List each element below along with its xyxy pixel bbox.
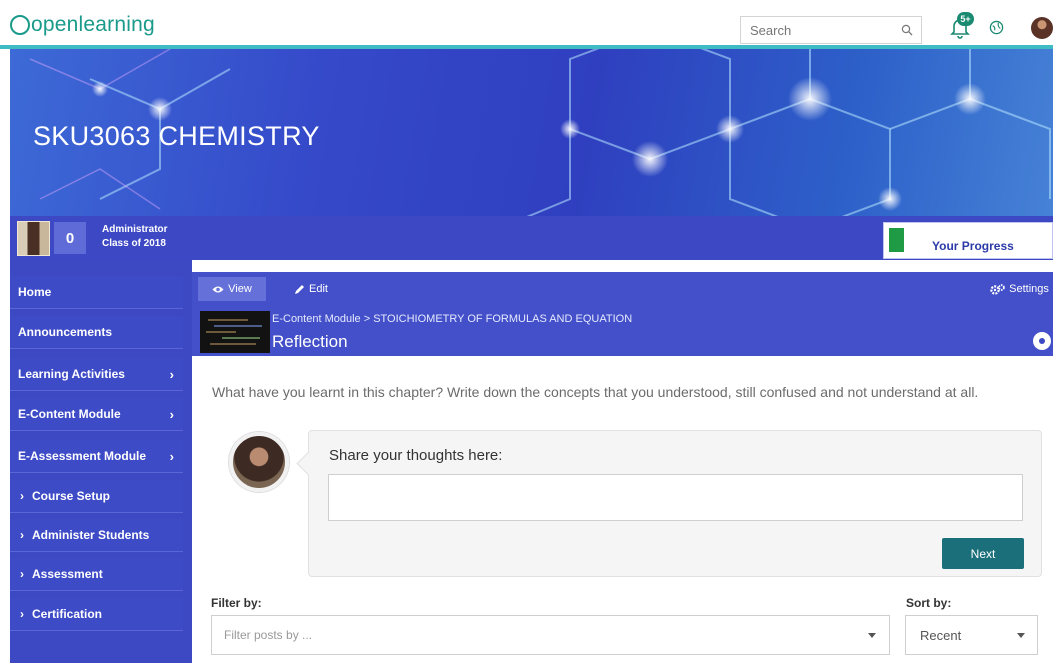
share-label: Share your thoughts here:	[329, 447, 503, 464]
points-counter: 0	[54, 222, 86, 254]
sidebar-item-administer-students[interactable]: › Administer Students	[10, 519, 183, 552]
chevron-right-icon: ›	[20, 567, 24, 581]
user-strip: 0 Administrator Class of 2018 Your Progr…	[10, 216, 1053, 260]
progress-label: Your Progress	[932, 239, 1014, 253]
page-toolbar: View Edit Settings	[192, 272, 1053, 308]
tab-view[interactable]: View	[198, 277, 266, 301]
course-title: SKU3063 CHEMISTRY	[33, 121, 320, 151]
sidebar-item-label: E-Assessment Module	[18, 449, 147, 463]
progress-widget[interactable]: Your Progress	[883, 222, 1053, 259]
chevron-right-icon: ›	[20, 528, 24, 542]
logo-ring-icon	[10, 15, 30, 35]
course-banner: SKU3063 CHEMISTRY	[10, 49, 1053, 216]
chevron-right-icon: ›	[169, 407, 174, 422]
sidebar-item-learning-activities[interactable]: Learning Activities ›	[10, 358, 183, 391]
sidebar-item-announcements[interactable]: Announcements	[10, 316, 183, 349]
filter-dropdown[interactable]: Filter posts by ...	[211, 615, 890, 655]
caret-down-icon	[1017, 633, 1025, 638]
globe-icon[interactable]	[989, 20, 1004, 35]
chevron-right-icon: ›	[20, 607, 24, 621]
settings-button[interactable]: Settings	[986, 277, 1053, 301]
commenter-avatar	[229, 432, 289, 492]
notifications-button[interactable]: 5+	[948, 12, 978, 40]
pencil-icon	[295, 284, 305, 294]
sidebar-item-label: Administer Students	[32, 528, 150, 542]
progress-bar	[889, 228, 904, 252]
chevron-right-icon: ›	[169, 449, 174, 464]
filter-label: Filter by:	[211, 596, 262, 610]
sort-value: Recent	[920, 628, 962, 643]
gears-icon	[990, 283, 1005, 295]
notification-badge: 5+	[957, 12, 974, 26]
openlearning-logo[interactable]: openlearning	[10, 12, 155, 38]
sidebar-item-e-assessment-module[interactable]: E-Assessment Module ›	[10, 440, 183, 473]
filter-placeholder: Filter posts by ...	[224, 628, 313, 642]
logo-text: openlearning	[31, 13, 155, 36]
sidebar-item-label: Learning Activities	[18, 367, 125, 381]
sidebar-item-course-setup[interactable]: › Course Setup	[10, 480, 183, 513]
page-title: Reflection	[272, 332, 348, 351]
tab-edit-label: Edit	[309, 283, 328, 295]
user-avatar[interactable]	[1031, 17, 1053, 39]
top-bar: openlearning 5+	[0, 0, 1053, 45]
thoughts-input[interactable]	[328, 474, 1023, 521]
search-icon[interactable]	[901, 24, 913, 36]
breadcrumb[interactable]: E-Content Module > STOICHIOMETRY OF FORM…	[272, 313, 632, 325]
module-header: E-Content Module > STOICHIOMETRY OF FORM…	[192, 308, 1053, 356]
post-composer: Share your thoughts here: Next	[308, 430, 1042, 577]
search-box[interactable]	[740, 16, 922, 44]
reflection-prompt: What have you learnt in this chapter? Wr…	[212, 384, 979, 400]
search-input[interactable]	[741, 17, 891, 43]
sidebar-item-certification[interactable]: › Certification	[10, 598, 183, 631]
user-photo[interactable]	[17, 221, 50, 256]
sort-label: Sort by:	[906, 596, 952, 610]
sidebar-item-label: Home	[18, 285, 52, 299]
completion-status-icon[interactable]	[1033, 332, 1051, 350]
eye-icon	[212, 286, 224, 292]
sidebar-item-label: Course Setup	[32, 489, 111, 503]
tab-edit[interactable]: Edit	[286, 277, 336, 301]
user-class: Class of 2018	[102, 238, 166, 249]
sort-dropdown[interactable]: Recent	[905, 615, 1038, 655]
settings-label: Settings	[1009, 283, 1049, 295]
chevron-right-icon: ›	[20, 489, 24, 503]
sidebar-item-label: Certification	[32, 607, 103, 621]
sidebar-item-label: Assessment	[32, 567, 103, 581]
sidebar-item-assessment[interactable]: › Assessment	[10, 558, 183, 591]
caret-down-icon	[868, 633, 876, 638]
sidebar-item-label: E-Content Module	[18, 407, 121, 421]
sidebar-item-e-content-module[interactable]: E-Content Module ›	[10, 398, 183, 431]
user-name[interactable]: Administrator	[102, 224, 168, 235]
module-thumbnail	[200, 311, 270, 353]
sidebar-item-home[interactable]: Home	[10, 276, 183, 309]
chevron-right-icon: ›	[169, 367, 174, 382]
sidebar-item-label: Announcements	[18, 325, 113, 339]
next-button[interactable]: Next	[942, 538, 1024, 569]
tab-view-label: View	[228, 283, 252, 295]
